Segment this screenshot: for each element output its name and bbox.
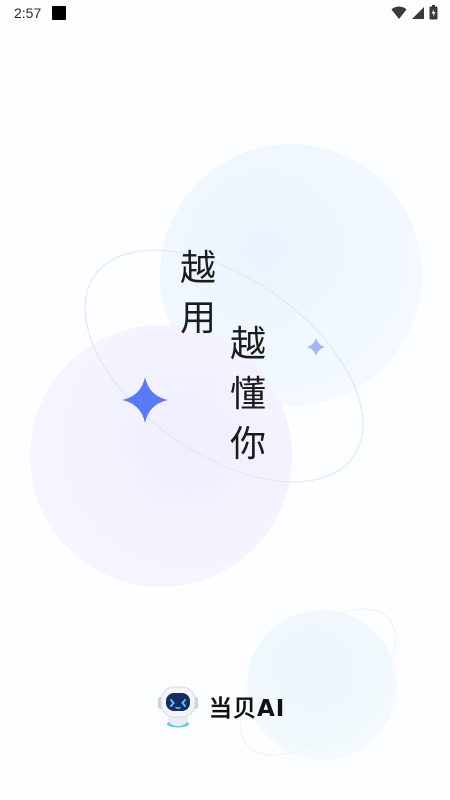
brand-logo: 当贝AI xyxy=(155,684,285,728)
status-bar: 2:57 xyxy=(0,0,450,26)
slogan-char: 用 xyxy=(180,298,217,339)
slogan-column-2: 越 懂 你 xyxy=(230,320,266,470)
status-icons xyxy=(391,5,438,20)
wifi-icon xyxy=(391,6,407,19)
signal-icon xyxy=(412,6,424,19)
notification-square-icon xyxy=(52,6,66,20)
slogan-char: 懂 xyxy=(230,374,267,415)
slogan-char: 越 xyxy=(180,248,217,289)
slogan-column-1: 越 用 xyxy=(180,244,216,344)
battery-icon xyxy=(429,5,438,20)
robot-mascot-icon xyxy=(158,686,198,728)
brand-name: 当贝AI xyxy=(209,696,286,722)
slogan-char: 越 xyxy=(230,324,267,365)
slogan-char: 你 xyxy=(230,424,267,465)
status-time: 2:57 xyxy=(14,5,42,21)
